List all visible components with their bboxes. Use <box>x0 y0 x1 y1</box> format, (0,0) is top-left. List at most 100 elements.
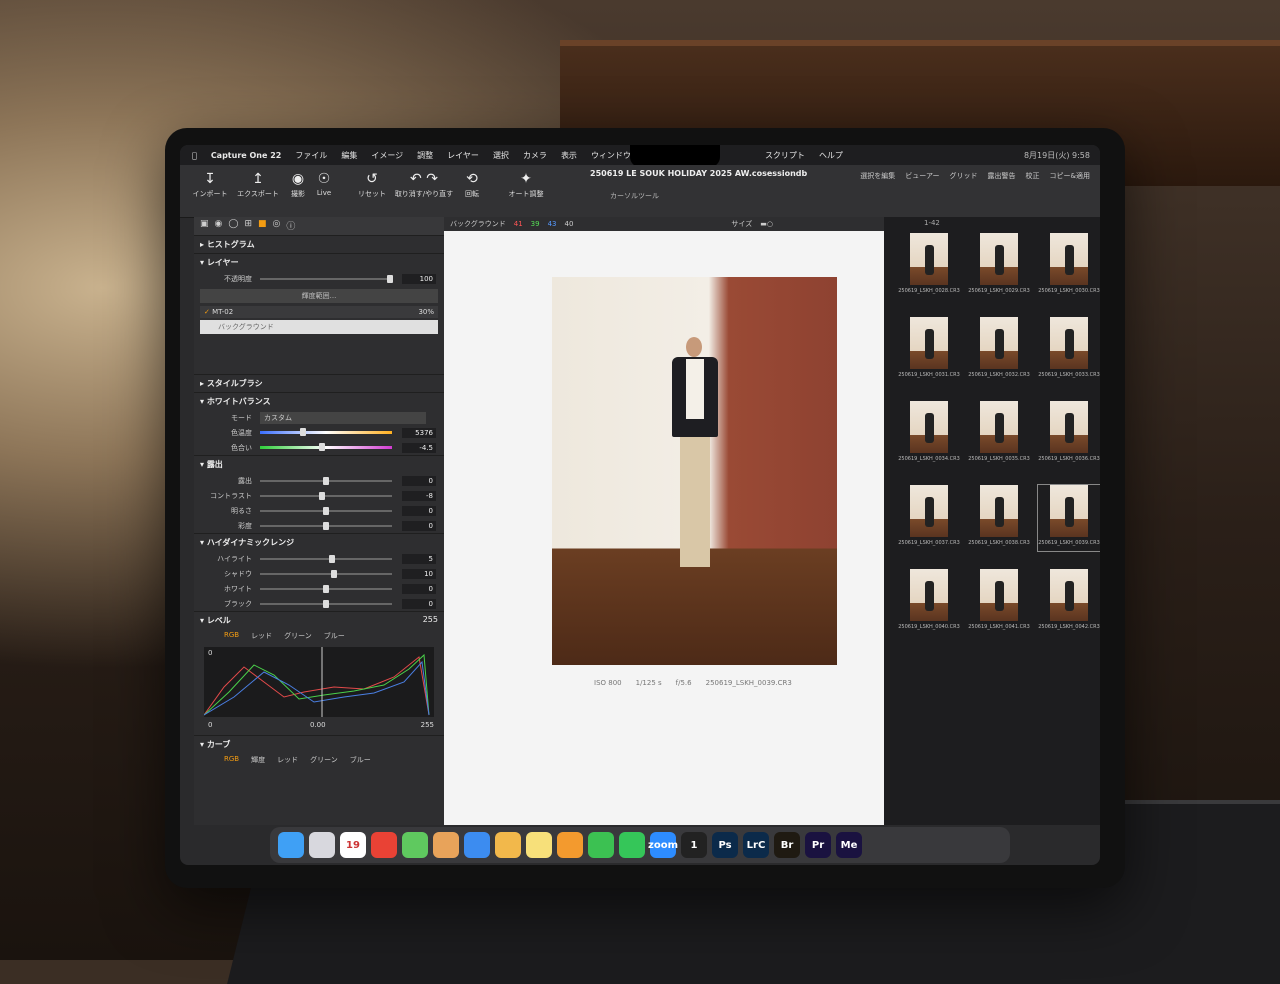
details-tab-icon[interactable]: ◎ <box>273 219 281 233</box>
thumbnail-selected[interactable]: 250619_LSKH_0039.CR3 <box>1037 484 1100 552</box>
contrast-slider[interactable] <box>260 491 392 500</box>
saturation-value[interactable]: 0 <box>402 520 436 531</box>
layer-item-background[interactable]: バックグラウンド <box>200 320 438 334</box>
thumbnail[interactable]: 250619_LSKH_0036.CR3 <box>1038 401 1100 467</box>
thumbnail[interactable]: 250619_LSKH_0042.CR3 <box>1038 569 1100 635</box>
levels-tab-green[interactable]: グリーン <box>284 631 312 641</box>
exposure-section[interactable]: ▾ 露出 <box>194 455 444 473</box>
levels-left-value[interactable]: 0 <box>208 649 212 657</box>
histogram-section[interactable]: ▸ ヒストグラム <box>194 235 444 253</box>
viewer-button[interactable]: ビューアー <box>905 171 939 181</box>
tint-value[interactable]: -4.5 <box>402 442 436 453</box>
numbers-icon[interactable] <box>588 832 614 858</box>
opacity-slider[interactable] <box>260 274 393 283</box>
wb-mode-select[interactable]: カスタム <box>260 411 426 424</box>
saturation-slider[interactable] <box>260 521 392 530</box>
layer-item-mt02[interactable]: ✓ MT-02 30% <box>200 306 438 318</box>
lens-tab-icon[interactable]: ◯ <box>228 219 238 233</box>
capture-one-icon[interactable]: 1 <box>681 832 707 858</box>
import-button[interactable]: ↧ インポート <box>186 171 234 199</box>
levels-tab-rgb[interactable]: RGB <box>224 631 239 641</box>
maps-icon[interactable] <box>402 832 428 858</box>
pages-icon[interactable] <box>557 832 583 858</box>
levels-tab-red[interactable]: レッド <box>251 631 272 641</box>
thumbnail[interactable]: 250619_LSKH_0034.CR3 <box>898 401 960 467</box>
curve-tab-green[interactable]: グリーン <box>310 755 338 765</box>
info-tab-icon[interactable]: ⓘ <box>286 219 295 233</box>
opacity-value[interactable]: 100 <box>402 273 436 284</box>
undo-redo-button[interactable]: ↶ ↷ 取り消す/やり直す <box>394 171 454 199</box>
white-slider[interactable] <box>260 584 392 593</box>
mail-icon[interactable] <box>464 832 490 858</box>
luma-range-button[interactable]: 輝度範囲... <box>200 289 438 303</box>
brightness-slider[interactable] <box>260 506 392 515</box>
menu-image[interactable]: イメージ <box>371 150 403 161</box>
thumbnail[interactable]: 250619_LSKH_0035.CR3 <box>968 401 1030 467</box>
menu-window[interactable]: ウィンドウ <box>591 150 631 161</box>
apple-icon[interactable]:  <box>192 151 197 160</box>
curve-tab-luma[interactable]: 輝度 <box>251 755 265 765</box>
main-photo[interactable] <box>552 277 837 665</box>
thumbnail[interactable]: 250619_LSKH_0041.CR3 <box>968 569 1030 635</box>
menu-edit[interactable]: 編集 <box>341 150 357 161</box>
highlight-value[interactable]: 5 <box>402 553 436 564</box>
temperature-value[interactable]: 5376 <box>402 427 436 438</box>
curve-tab-rgb[interactable]: RGB <box>224 755 239 765</box>
color-tab-icon[interactable]: ■ <box>258 219 267 233</box>
curve-tab-red[interactable]: レッド <box>277 755 298 765</box>
highlight-slider[interactable] <box>260 554 392 563</box>
zoom-icon[interactable]: zoom <box>648 832 678 858</box>
rotate-button[interactable]: ⟲ 回転 <box>448 171 496 199</box>
shadow-slider[interactable] <box>260 569 392 578</box>
bridge-icon[interactable]: Br <box>774 832 800 858</box>
calendar-icon[interactable]: 19 <box>340 832 366 858</box>
style-brush-section[interactable]: ▸ スタイルブラシ <box>194 374 444 392</box>
thumbnail[interactable]: 250619_LSKH_0032.CR3 <box>968 317 1030 383</box>
copy-apply-button[interactable]: コピー&適用 <box>1050 171 1090 181</box>
black-value[interactable]: 0 <box>402 598 436 609</box>
folder-icon[interactable] <box>495 832 521 858</box>
shadow-value[interactable]: 10 <box>402 568 436 579</box>
brightness-value[interactable]: 0 <box>402 505 436 516</box>
lightroom-classic-icon[interactable]: LrC <box>743 832 769 858</box>
thumbnail[interactable]: 250619_LSKH_0040.CR3 <box>898 569 960 635</box>
thumbnail[interactable]: 250619_LSKH_0029.CR3 <box>968 233 1030 299</box>
size-slider-icon[interactable]: ▬○ <box>760 220 773 228</box>
live-button[interactable]: ☉ Live <box>300 171 348 197</box>
menu-adjust[interactable]: 調整 <box>417 150 433 161</box>
thumbnail[interactable]: 250619_LSKH_0033.CR3 <box>1038 317 1100 383</box>
menu-app-name[interactable]: Capture One 22 <box>211 151 282 160</box>
contacts-icon[interactable] <box>433 832 459 858</box>
menu-view[interactable]: 表示 <box>561 150 577 161</box>
grid-button[interactable]: グリッド <box>950 171 978 181</box>
thumbnail[interactable]: 250619_LSKH_0031.CR3 <box>898 317 960 383</box>
exposure-warning-button[interactable]: 露出警告 <box>988 171 1016 181</box>
temperature-slider[interactable] <box>260 428 392 436</box>
menu-script[interactable]: スクリプト <box>765 150 805 161</box>
black-slider[interactable] <box>260 599 392 608</box>
variant-select[interactable]: バックグラウンド <box>450 219 506 229</box>
menu-camera[interactable]: カメラ <box>523 150 547 161</box>
photoshop-icon[interactable]: Ps <box>712 832 738 858</box>
menu-layer[interactable]: レイヤー <box>447 150 479 161</box>
thumbnail[interactable]: 250619_LSKH_0028.CR3 <box>898 233 960 299</box>
contrast-value[interactable]: -8 <box>402 490 436 501</box>
thumbnail[interactable]: 250619_LSKH_0038.CR3 <box>968 485 1030 551</box>
auto-adjust-button[interactable]: ✦ オート調整 <box>502 171 550 199</box>
thumbnail[interactable]: 250619_LSKH_0030.CR3 <box>1038 233 1100 299</box>
white-value[interactable]: 0 <box>402 583 436 594</box>
thumbnail[interactable]: 250619_LSKH_0037.CR3 <box>898 485 960 551</box>
proof-button[interactable]: 校正 <box>1026 171 1040 181</box>
menu-select[interactable]: 選択 <box>493 150 509 161</box>
exposure-value[interactable]: 0 <box>402 475 436 486</box>
tint-slider[interactable] <box>260 443 392 451</box>
hdr-section[interactable]: ▾ ハイダイナミックレンジ <box>194 533 444 551</box>
finder-icon[interactable] <box>278 832 304 858</box>
white-balance-section[interactable]: ▾ ホワイトバランス <box>194 392 444 410</box>
exposure-slider[interactable] <box>260 476 392 485</box>
layers-section[interactable]: ▾ レイヤー <box>194 253 444 271</box>
camera-tab-icon[interactable]: ◉ <box>215 219 223 233</box>
menu-file[interactable]: ファイル <box>295 150 327 161</box>
crop-tab-icon[interactable]: ⊞ <box>244 219 252 233</box>
levels-bottom-right-value[interactable]: 255 <box>421 721 434 729</box>
